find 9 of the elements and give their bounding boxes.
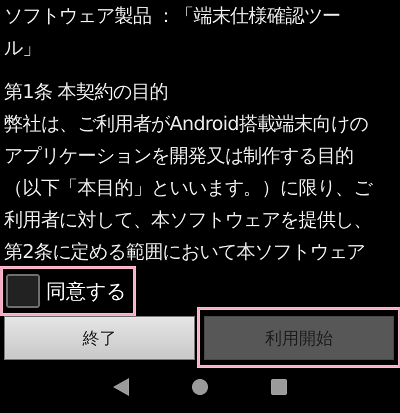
checkbox[interactable] <box>6 274 40 308</box>
agreement-text: 第1条 本契約の目的 弊社は、ご利用者がAndroid搭載端末向けの アプリケーションを開発又は制作する目的 （以下「本目的」といいます。）に限り、ご 利用者に対して、本ソフトウェアを提供し、 第2条に定める範囲において本ソフトウェア <box>3 80 374 265</box>
product-title: ソフトウェア製品 ：「端末仕様確認ツー ル」 <box>3 4 342 61</box>
agree-label: 同意する <box>46 278 126 304</box>
home-icon[interactable] <box>192 378 208 394</box>
agree-checkbox[interactable]: 同意する <box>0 268 126 308</box>
recents-icon[interactable] <box>270 378 287 394</box>
back-icon[interactable] <box>113 378 130 396</box>
exit-button[interactable]: 終了 <box>4 316 194 360</box>
